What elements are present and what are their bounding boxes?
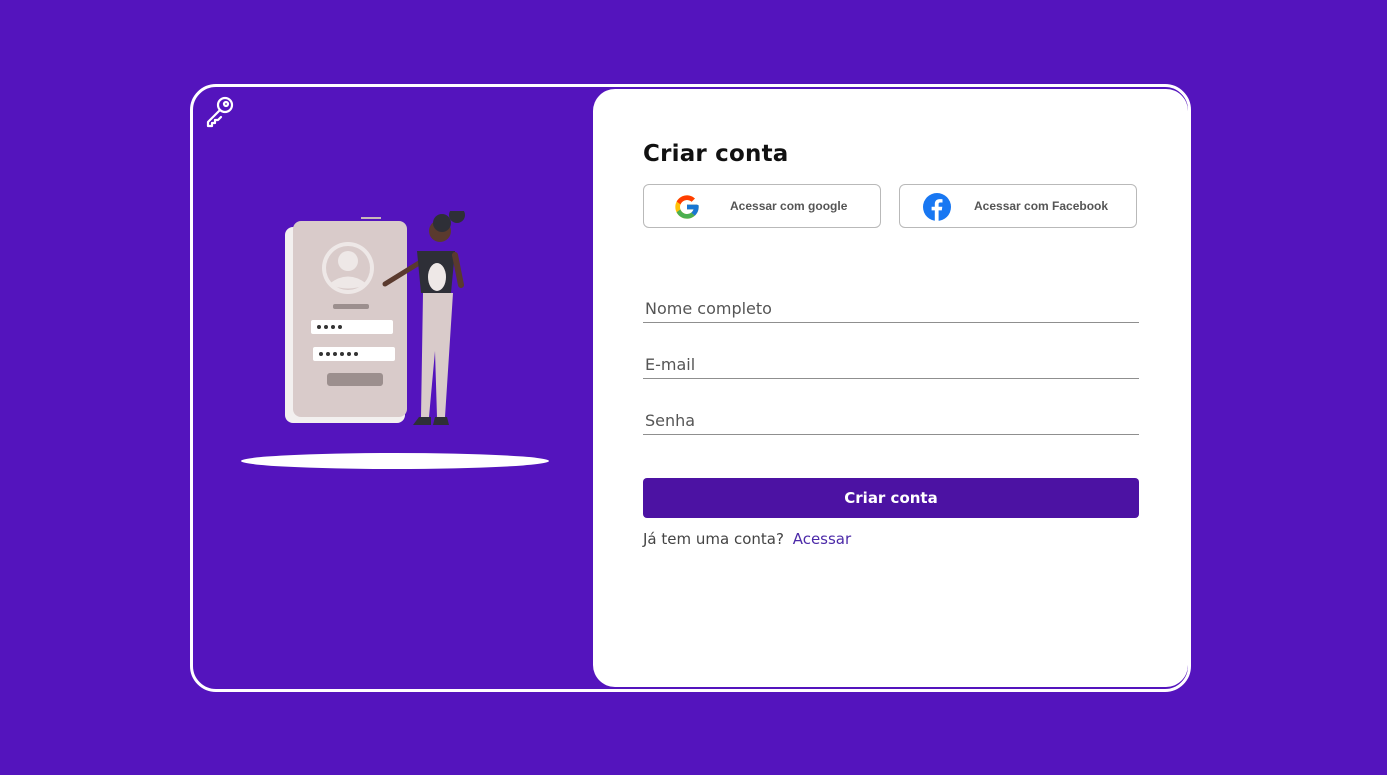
- full-name-field[interactable]: [643, 295, 1139, 323]
- login-prompt-row: Já tem uma conta? Acessar: [643, 530, 851, 548]
- signup-form-panel: Criar conta Acessar com google Acessar c…: [593, 89, 1188, 687]
- email-field[interactable]: [643, 351, 1139, 379]
- signup-illustration: [241, 211, 549, 469]
- signup-card: Criar conta Acessar com google Acessar c…: [190, 84, 1191, 692]
- google-icon: [675, 195, 699, 219]
- key-icon: [206, 96, 234, 128]
- create-account-button[interactable]: Criar conta: [643, 478, 1139, 518]
- google-login-button[interactable]: Acessar com google: [643, 184, 881, 228]
- facebook-login-label: Acessar com Facebook: [974, 199, 1109, 213]
- google-login-label: Acessar com google: [730, 199, 848, 213]
- facebook-login-button[interactable]: Acessar com Facebook: [899, 184, 1137, 228]
- login-link[interactable]: Acessar: [793, 530, 851, 548]
- password-field[interactable]: [643, 407, 1139, 435]
- login-prompt-text: Já tem uma conta?: [643, 530, 784, 548]
- facebook-icon: [923, 193, 951, 221]
- page-title: Criar conta: [643, 141, 789, 167]
